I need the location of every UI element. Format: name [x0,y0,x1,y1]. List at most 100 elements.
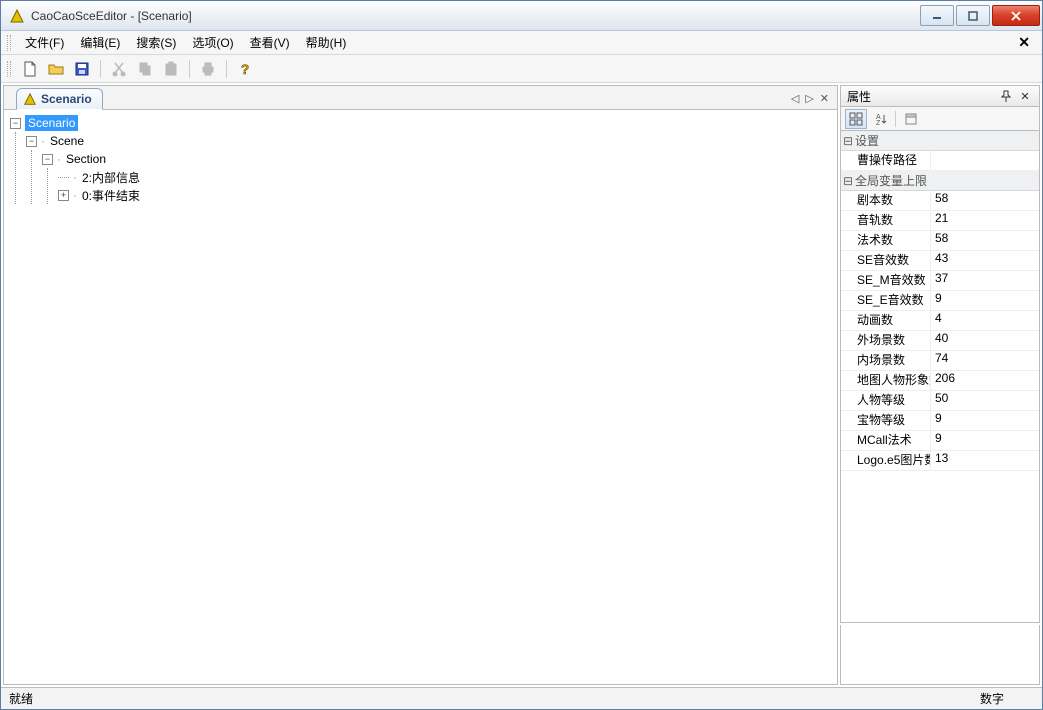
property-row[interactable]: Logo.e5图片数13 [841,451,1039,471]
cut-icon[interactable] [108,58,130,80]
property-key: SE_M音效数 [841,271,931,290]
property-description [840,625,1040,685]
svg-text:Z: Z [876,120,881,126]
paste-icon[interactable] [160,58,182,80]
help-icon[interactable]: ? [234,58,256,80]
tree-view[interactable]: − Scenario − · Scene − · Section [4,110,837,684]
tree-node-scenario[interactable]: − Scenario [10,114,831,132]
property-key: 人物等级 [841,391,931,410]
collapse-icon[interactable]: − [10,118,21,129]
property-value[interactable]: 58 [931,231,1039,250]
property-value[interactable]: 74 [931,351,1039,370]
expand-icon[interactable]: + [58,190,69,201]
tree-label: Section [63,151,109,167]
property-value[interactable]: 206 [931,371,1039,390]
menubar-grip [7,35,11,51]
property-row[interactable]: SE_E音效数9 [841,291,1039,311]
collapse-icon[interactable]: − [42,154,53,165]
property-value[interactable]: 43 [931,251,1039,270]
properties-toolbar: AZ [840,107,1040,131]
tree-node-section[interactable]: − · Section [42,150,831,168]
toolbar-sep-2 [189,60,190,78]
property-value[interactable] [931,151,1039,170]
alphabetical-icon[interactable]: AZ [869,109,891,129]
property-row[interactable]: SE_M音效数37 [841,271,1039,291]
tree-node-scene[interactable]: − · Scene [26,132,831,150]
property-row[interactable]: MCall法术9 [841,431,1039,451]
mdi-close-button[interactable]: ✕ [1012,34,1036,51]
maximize-button[interactable] [956,5,990,26]
property-row[interactable]: 音轨数21 [841,211,1039,231]
tab-close-icon[interactable]: ✕ [818,92,831,105]
property-row[interactable]: 剧本数58 [841,191,1039,211]
category-name: 设置 [855,132,879,149]
property-value[interactable]: 21 [931,211,1039,230]
tree-label: Scenario [25,115,78,131]
new-file-icon[interactable] [19,58,41,80]
print-icon[interactable] [197,58,219,80]
property-row[interactable]: 地图人物形象数206 [841,371,1039,391]
property-row[interactable]: 内场景数74 [841,351,1039,371]
collapse-icon[interactable]: − [26,136,37,147]
property-key: SE音效数 [841,251,931,270]
minimize-button[interactable] [920,5,954,26]
category-name: 全局变量上限 [855,172,927,189]
menu-options[interactable]: 选项(O) [184,32,241,53]
menu-search[interactable]: 搜索(S) [128,32,184,53]
tab-prev-icon[interactable]: ◁ [789,92,801,105]
collapse-icon[interactable]: ⊟ [841,174,855,188]
property-value[interactable]: 58 [931,191,1039,210]
pin-icon[interactable] [1001,90,1017,102]
property-key: 动画数 [841,311,931,330]
tab-next-icon[interactable]: ▷ [803,92,815,105]
tree-leaf[interactable]: · 2:内部信息 [58,168,831,186]
property-key: 外场景数 [841,331,931,350]
tree-label: 2:内部信息 [79,168,143,187]
property-value[interactable]: 9 [931,431,1039,450]
property-category[interactable]: ⊟全局变量上限 [841,171,1039,191]
property-value[interactable]: 37 [931,271,1039,290]
workspace: Scenario ◁ ▷ ✕ − Scenario − · Scene [1,83,1042,687]
property-row[interactable]: 曹操传路径 [841,151,1039,171]
property-row[interactable]: 人物等级50 [841,391,1039,411]
open-file-icon[interactable] [45,58,67,80]
property-key: 剧本数 [841,191,931,210]
property-row[interactable]: SE音效数43 [841,251,1039,271]
property-row[interactable]: 宝物等级9 [841,411,1039,431]
property-key: 地图人物形象数 [841,371,931,390]
property-row[interactable]: 动画数4 [841,311,1039,331]
property-pages-icon[interactable] [900,109,922,129]
tabstrip-tools: ◁ ▷ ✕ [789,87,837,109]
tree-leaf[interactable]: + · 0:事件结束 [58,186,831,204]
toolbar-sep-1 [100,60,101,78]
copy-icon[interactable] [134,58,156,80]
categorized-icon[interactable] [845,109,867,129]
window-title: CaoCaoSceEditor - [Scenario] [31,9,918,23]
property-key: 音轨数 [841,211,931,230]
property-value[interactable]: 13 [931,451,1039,470]
property-row[interactable]: 法术数58 [841,231,1039,251]
menu-file[interactable]: 文件(F) [17,32,72,53]
property-key: 曹操传路径 [841,151,931,170]
document-area: Scenario ◁ ▷ ✕ − Scenario − · Scene [3,85,838,685]
property-grid[interactable]: ⊟设置曹操传路径⊟全局变量上限剧本数58音轨数21法术数58SE音效数43SE_… [840,131,1040,623]
property-row[interactable]: 外场景数40 [841,331,1039,351]
svg-text:?: ? [241,61,250,77]
collapse-icon[interactable]: ⊟ [841,134,855,148]
menu-view[interactable]: 查看(V) [242,32,298,53]
menu-edit[interactable]: 编辑(E) [72,32,128,53]
property-value[interactable]: 4 [931,311,1039,330]
tab-scenario[interactable]: Scenario [16,88,103,110]
property-category[interactable]: ⊟设置 [841,131,1039,151]
menu-help[interactable]: 帮助(H) [298,32,355,53]
status-mode: 数字 [980,690,1034,707]
save-file-icon[interactable] [71,58,93,80]
property-value[interactable]: 50 [931,391,1039,410]
panel-close-icon[interactable]: ✕ [1017,90,1033,103]
close-button[interactable] [992,5,1040,26]
properties-header: 属性 ✕ [840,85,1040,107]
properties-title: 属性 [847,88,871,105]
property-value[interactable]: 9 [931,291,1039,310]
property-value[interactable]: 40 [931,331,1039,350]
property-value[interactable]: 9 [931,411,1039,430]
